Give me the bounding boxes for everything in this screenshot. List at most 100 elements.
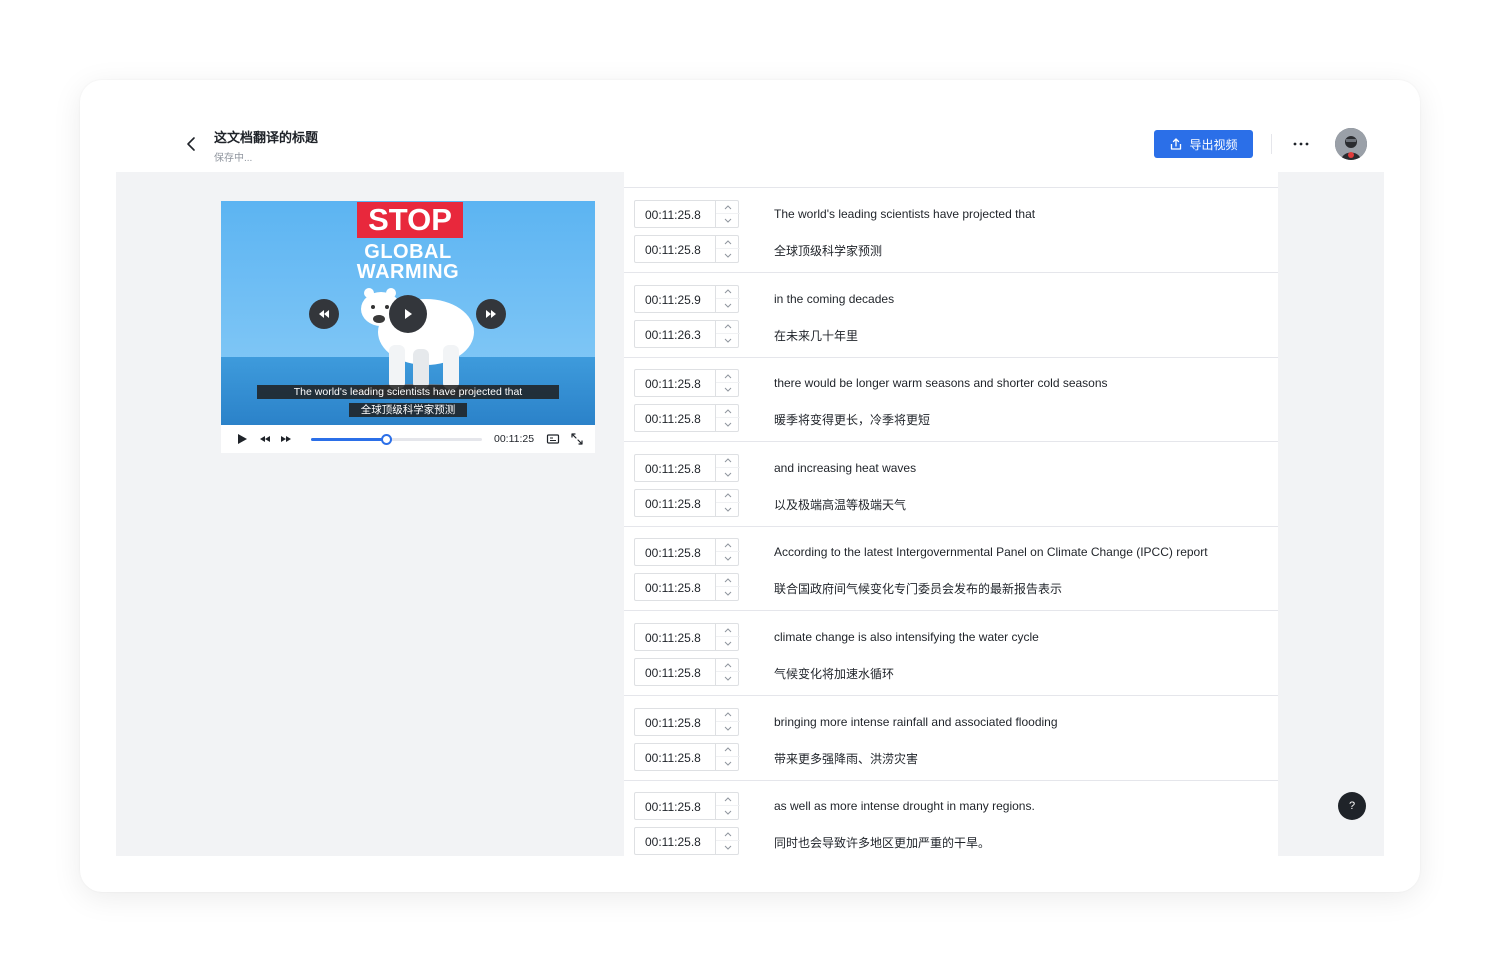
time-input-en[interactable]: 00:11:25.8 bbox=[634, 623, 740, 651]
subtitle-text-zh[interactable]: 带来更多强降雨、洪涝灾害 bbox=[774, 750, 918, 767]
time-input-zh[interactable]: 00:11:25.8 bbox=[634, 488, 740, 517]
back-button[interactable] bbox=[182, 134, 202, 154]
segment-row-zh: 00:11:25.8 暖季将变得更长，冷季将更短 bbox=[624, 404, 1278, 433]
play-button[interactable] bbox=[235, 432, 249, 446]
subtitle-segment: 00:11:25.8 climate change is also intens… bbox=[624, 611, 1278, 696]
time-input-zh[interactable]: 00:11:26.3 bbox=[634, 319, 740, 348]
subtitle-text-en[interactable]: According to the latest Intergovernmenta… bbox=[774, 545, 1208, 559]
subtitle-text-en[interactable]: in the coming decades bbox=[774, 292, 894, 306]
video-progress-fill bbox=[311, 438, 387, 441]
time-decrement-button[interactable] bbox=[716, 587, 740, 600]
time-decrement-button[interactable] bbox=[716, 722, 740, 735]
time-increment-button[interactable] bbox=[716, 490, 740, 503]
time-input-en[interactable]: 00:11:25.8 bbox=[634, 453, 740, 482]
chevron-down-icon bbox=[724, 726, 732, 731]
time-decrement-button[interactable] bbox=[716, 468, 740, 481]
time-increment-button[interactable] bbox=[716, 828, 740, 842]
time-increment-button[interactable] bbox=[716, 321, 740, 334]
forward-button[interactable] bbox=[279, 432, 293, 446]
video-overlay-stop: STOP bbox=[357, 202, 463, 238]
time-input-en[interactable]: 00:11:25.8 bbox=[634, 792, 740, 821]
more-menu-button[interactable] bbox=[1288, 134, 1314, 154]
fullscreen-button[interactable] bbox=[570, 432, 584, 446]
time-decrement-button[interactable] bbox=[716, 249, 740, 262]
more-icon bbox=[1293, 142, 1309, 146]
subtitle-text-zh[interactable]: 暖季将变得更长，冷季将更短 bbox=[774, 411, 930, 428]
time-value: 00:11:25.8 bbox=[645, 377, 701, 392]
export-video-button[interactable]: 导出视频 bbox=[1154, 130, 1253, 158]
time-input-en[interactable]: 00:11:25.8 bbox=[634, 707, 740, 736]
time-decrement-button[interactable] bbox=[716, 552, 740, 565]
time-input-en[interactable]: 00:11:25.8 bbox=[634, 538, 740, 567]
time-increment-button[interactable] bbox=[716, 455, 740, 468]
time-input-zh[interactable]: 00:11:25.8 bbox=[634, 742, 740, 771]
time-increment-button[interactable] bbox=[716, 659, 740, 672]
subtitle-text-zh[interactable]: 气候变化将加速水循环 bbox=[774, 665, 894, 682]
time-decrement-button[interactable] bbox=[716, 637, 740, 650]
rewind-button[interactable] bbox=[258, 432, 272, 446]
time-decrement-button[interactable] bbox=[716, 299, 740, 312]
subtitle-text-en[interactable]: bringing more intense rainfall and assoc… bbox=[774, 715, 1058, 729]
chevron-up-icon bbox=[724, 289, 732, 294]
time-value: 00:11:25.8 bbox=[645, 243, 701, 257]
subtitle-text-zh[interactable]: 全球顶级科学家预测 bbox=[774, 242, 882, 259]
time-value: 00:11:25.8 bbox=[645, 461, 701, 476]
avatar[interactable] bbox=[1335, 128, 1367, 160]
time-value: 00:11:25.8 bbox=[645, 750, 701, 765]
subtitle-text-zh[interactable]: 以及极端高温等极端天气 bbox=[774, 496, 906, 513]
time-input-en[interactable]: 00:11:25.9 bbox=[634, 284, 740, 313]
header-divider bbox=[1271, 134, 1272, 154]
time-decrement-button[interactable] bbox=[716, 334, 740, 347]
time-input-zh[interactable]: 00:11:25.8 bbox=[634, 573, 740, 602]
video-player: STOP GLOBAL WARMING The world's leading … bbox=[221, 201, 595, 453]
subtitle-text-en[interactable]: and increasing heat waves bbox=[774, 461, 916, 475]
subtitle-text-zh[interactable]: 在未来几十年里 bbox=[774, 327, 858, 344]
time-input-zh[interactable]: 00:11:25.8 bbox=[634, 827, 740, 856]
time-decrement-button[interactable] bbox=[716, 214, 740, 227]
time-decrement-button[interactable] bbox=[716, 503, 740, 516]
subtitle-text-en[interactable]: there would be longer warm seasons and s… bbox=[774, 376, 1108, 390]
time-increment-button[interactable] bbox=[716, 624, 740, 637]
video-progress-bar[interactable] bbox=[311, 434, 482, 445]
video-progress-handle[interactable] bbox=[381, 434, 393, 445]
time-increment-button[interactable] bbox=[716, 539, 740, 553]
chevron-down-icon bbox=[724, 303, 732, 308]
time-increment-button[interactable] bbox=[716, 744, 740, 757]
time-input-zh[interactable]: 00:11:25.8 bbox=[634, 404, 740, 433]
time-increment-button[interactable] bbox=[716, 201, 740, 214]
time-decrement-button[interactable] bbox=[716, 841, 740, 854]
time-input-zh[interactable]: 00:11:25.8 bbox=[634, 658, 740, 686]
time-input-zh[interactable]: 00:11:25.8 bbox=[634, 235, 740, 263]
time-increment-button[interactable] bbox=[716, 793, 740, 807]
subtitle-text-zh[interactable]: 同时也会导致许多地区更加严重的干旱。 bbox=[774, 834, 990, 851]
overlay-rewind-button[interactable] bbox=[309, 299, 339, 329]
subtitle-text-en[interactable]: The world's leading scientists have proj… bbox=[774, 207, 1035, 221]
time-stepper bbox=[715, 320, 740, 347]
time-increment-button[interactable] bbox=[716, 574, 740, 588]
subtitle-list: 00:11:25.8 The world's leading scientist… bbox=[624, 172, 1278, 856]
time-decrement-button[interactable] bbox=[716, 418, 740, 431]
overlay-forward-button[interactable] bbox=[476, 299, 506, 329]
chevron-down-icon bbox=[724, 557, 732, 562]
chevron-up-icon bbox=[724, 493, 732, 498]
subtitle-text-zh[interactable]: 联合国政府间气候变化专门委员会发布的最新报告表示 bbox=[774, 580, 1062, 597]
segment-row-zh: 00:11:25.8 全球顶级科学家预测 bbox=[624, 235, 1278, 263]
time-increment-button[interactable] bbox=[716, 405, 740, 419]
time-decrement-button[interactable] bbox=[716, 757, 740, 770]
subtitle-text-en[interactable]: as well as more intense drought in many … bbox=[774, 799, 1035, 813]
video-screen[interactable]: STOP GLOBAL WARMING The world's leading … bbox=[221, 201, 595, 425]
help-button[interactable]: ? bbox=[1338, 792, 1366, 820]
time-decrement-button[interactable] bbox=[716, 672, 740, 685]
overlay-play-button[interactable] bbox=[389, 295, 427, 333]
time-decrement-button[interactable] bbox=[716, 806, 740, 819]
time-increment-button[interactable] bbox=[716, 709, 740, 722]
subtitle-segment: 00:11:25.8 and increasing heat waves 00:… bbox=[624, 442, 1278, 527]
time-increment-button[interactable] bbox=[716, 286, 740, 299]
time-input-en[interactable]: 00:11:25.8 bbox=[634, 369, 740, 398]
time-input-en[interactable]: 00:11:25.8 bbox=[634, 200, 740, 228]
caption-button[interactable] bbox=[546, 432, 560, 446]
time-decrement-button[interactable] bbox=[716, 383, 740, 396]
time-increment-button[interactable] bbox=[716, 236, 740, 249]
subtitle-text-en[interactable]: climate change is also intensifying the … bbox=[774, 630, 1039, 644]
time-increment-button[interactable] bbox=[716, 370, 740, 384]
